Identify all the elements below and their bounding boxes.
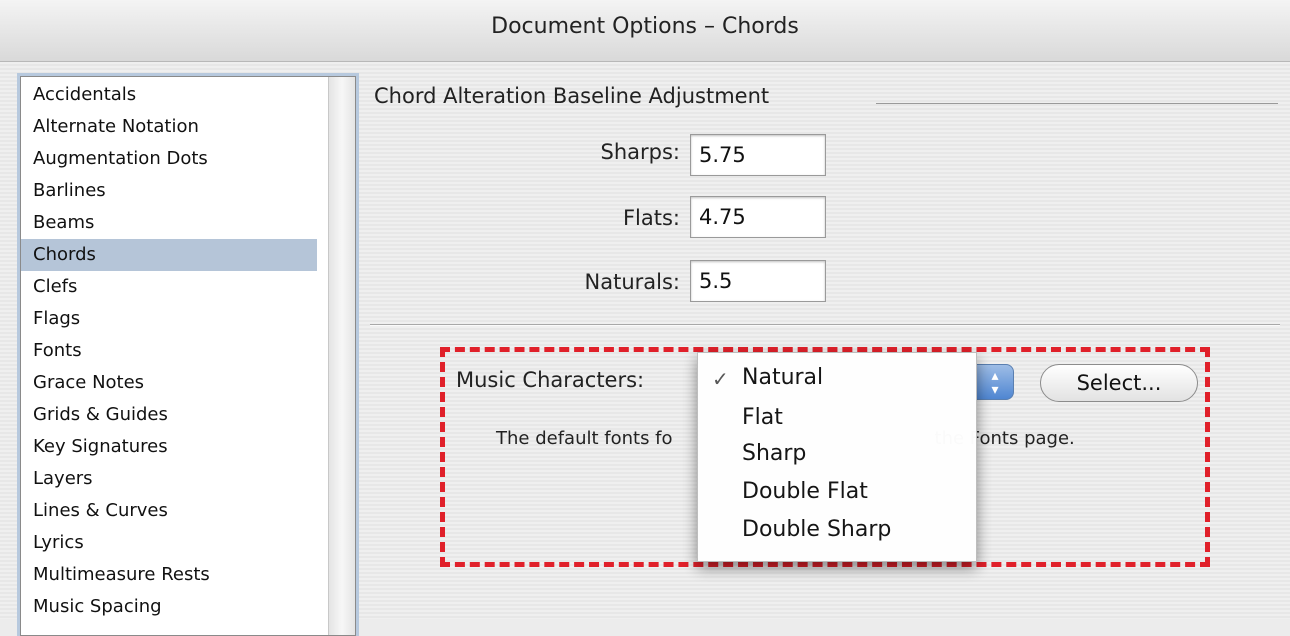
title-bar: Document Options – Chords <box>0 0 1290 62</box>
sidebar-item-clefs[interactable]: Clefs <box>21 271 317 303</box>
sidebar-item-flags[interactable]: Flags <box>21 303 317 335</box>
menu-option-flat[interactable]: Flat <box>698 405 976 439</box>
sidebar-item-multimeasure-rests[interactable]: Multimeasure Rests <box>21 559 317 591</box>
category-list-scrollbar[interactable] <box>328 77 355 635</box>
flats-label: Flats: <box>622 206 680 230</box>
menu-option-natural[interactable]: ✓ Natural <box>698 365 976 399</box>
menu-option-sharp[interactable]: Sharp <box>698 441 976 475</box>
sidebar-item-alternate-notation[interactable]: Alternate Notation <box>21 111 317 143</box>
sidebar-item-key-signatures[interactable]: Key Signatures <box>21 431 317 463</box>
sidebar-item-grids-guides[interactable]: Grids & Guides <box>21 399 317 431</box>
window-title: Document Options – Chords <box>491 14 799 39</box>
category-list[interactable]: Accidentals Alternate Notation Augmentatio… <box>20 76 356 636</box>
sharps-label: Sharps: <box>600 140 681 164</box>
naturals-field[interactable]: 5.5 <box>690 260 826 302</box>
sidebar-item-barlines[interactable]: Barlines <box>21 175 317 207</box>
sharps-field[interactable]: 5.75 <box>690 134 826 176</box>
sidebar-item-lyrics[interactable]: Lyrics <box>21 527 317 559</box>
music-characters-label: Music Characters: <box>456 368 645 392</box>
flats-field[interactable]: 4.75 <box>690 196 826 238</box>
sidebar-item-fonts[interactable]: Fonts <box>21 335 317 367</box>
sidebar-item-accidentals[interactable]: Accidentals <box>21 79 317 111</box>
sidebar-item-augmentation-dots[interactable]: Augmentation Dots <box>21 143 317 175</box>
sidebar-item-lines-curves[interactable]: Lines & Curves <box>21 495 317 527</box>
sidebar-item-music-spacing[interactable]: Music Spacing <box>21 591 317 623</box>
music-characters-menu[interactable]: ✓ Natural Flat Sharp Double Flat Double … <box>697 352 977 562</box>
section-title-rule <box>876 103 1278 104</box>
chevron-up-down-icon: ▴ ▾ <box>991 368 999 398</box>
category-list-items: Accidentals Alternate Notation Augmentatio… <box>21 77 355 623</box>
sidebar-item-beams[interactable]: Beams <box>21 207 317 239</box>
menu-option-double-flat[interactable]: Double Flat <box>698 479 976 513</box>
sidebar-item-layers[interactable]: Layers <box>21 463 317 495</box>
select-button[interactable]: Select... <box>1040 364 1198 402</box>
menu-option-double-sharp[interactable]: Double Sharp <box>698 517 976 551</box>
naturals-label: Naturals: <box>584 270 680 294</box>
sidebar-item-chords[interactable]: Chords <box>21 239 317 271</box>
default-fonts-info-left: The default fonts fo <box>496 428 673 449</box>
section-divider <box>370 324 1280 325</box>
sidebar-item-grace-notes[interactable]: Grace Notes <box>21 367 317 399</box>
music-characters-popup-arrows[interactable]: ▴ ▾ <box>976 364 1014 400</box>
checkmark-icon: ✓ <box>712 367 729 391</box>
section-title: Chord Alteration Baseline Adjustment <box>374 84 770 108</box>
